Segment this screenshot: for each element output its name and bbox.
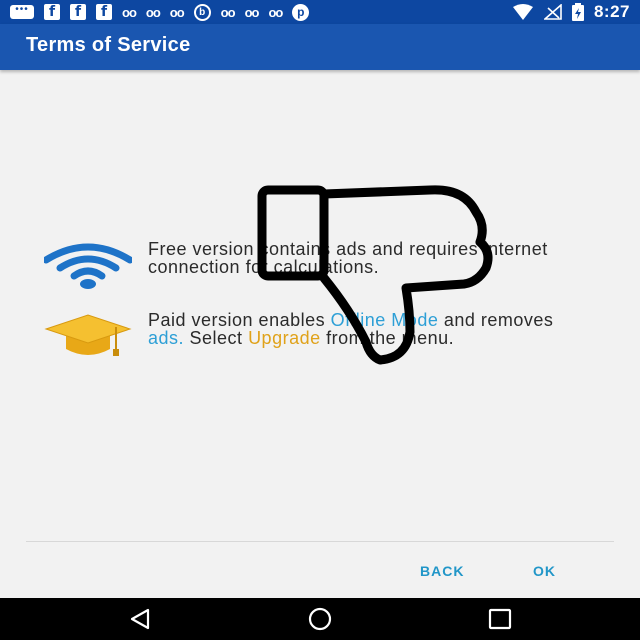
infinity-icon: oo — [145, 4, 161, 20]
free-version-row: Free version contains ads and requires i… — [42, 239, 578, 294]
wifi-icon — [42, 240, 134, 294]
status-time: 8:27 — [593, 2, 630, 21]
back-button[interactable]: BACK — [420, 562, 464, 580]
no-signal-icon — [543, 3, 562, 21]
free-version-text: Free version contains ads and requires i… — [148, 239, 548, 277]
system-icons: 8:27 — [512, 2, 630, 22]
facebook-icon: f — [44, 3, 60, 21]
battery-charging-icon — [571, 3, 584, 21]
offline-mode-link[interactable]: Offline Mode — [331, 310, 439, 330]
home-circle-icon[interactable] — [307, 607, 333, 631]
divider — [26, 541, 614, 542]
upgrade-link[interactable]: Upgrade — [248, 328, 321, 348]
facebook-icon: f — [96, 3, 112, 21]
paid-text-part: Select — [184, 328, 249, 348]
app-bar: Terms of Service — [0, 24, 640, 70]
paid-text-part: Paid version enables — [148, 310, 331, 330]
navigation-bar — [0, 598, 640, 640]
notification-icons: ••• f f f oo oo oo b oo oo oo p — [10, 3, 310, 21]
page-title: Terms of Service — [26, 34, 191, 56]
b-circle-icon: b — [193, 3, 211, 21]
infinity-icon: oo — [122, 4, 137, 20]
chat-icon: ••• — [10, 3, 34, 21]
facebook-icon: f — [70, 3, 86, 21]
infinity-icon: oo — [220, 4, 236, 20]
wifi-icon — [512, 3, 534, 21]
infinity-icon: oo — [169, 4, 185, 20]
back-triangle-icon[interactable] — [128, 607, 154, 631]
pinterest-icon: p — [292, 3, 310, 21]
paid-version-text: Paid version enables Offline Mode and re… — [148, 311, 578, 347]
paid-text-part: from the menu. — [320, 328, 455, 348]
status-bar: ••• f f f oo oo oo b oo oo oo p 8:27 — [0, 0, 640, 24]
ads-link[interactable]: ads. — [148, 328, 184, 348]
paid-version-row: Paid version enables Offline Mode and re… — [44, 311, 578, 365]
graduation-cap-icon — [44, 311, 132, 365]
recents-square-icon[interactable] — [487, 607, 513, 631]
ok-button[interactable]: OK — [533, 562, 556, 580]
infinity-icon: oo — [244, 4, 260, 20]
infinity-icon: oo — [268, 4, 283, 20]
paid-text-part: and removes — [438, 310, 554, 330]
